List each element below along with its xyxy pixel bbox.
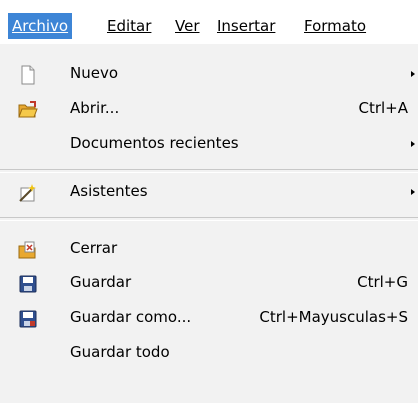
menu-item-documentos-recientes[interactable]: Documentos recientes — [0, 126, 418, 160]
menu-bar: Archivo Editar Ver Insertar Formato — [0, 0, 418, 44]
menu-item-label: Guardar todo — [70, 343, 170, 361]
close-document-icon — [18, 238, 38, 259]
menu-item-shortcut: Ctrl+G — [357, 273, 408, 291]
menu-item-label: Cerrar — [70, 239, 118, 257]
archivo-dropdown-menu: Nuevo Abrir... Ctrl+A Documentos recient… — [0, 44, 418, 403]
menu-item-guardar-como[interactable]: Guardar como... Ctrl+Mayusculas+S — [0, 300, 418, 334]
menu-separator — [0, 169, 418, 173]
open-folder-icon — [18, 98, 38, 118]
menu-item-abrir[interactable]: Abrir... Ctrl+A — [0, 91, 418, 125]
menu-item-nuevo[interactable]: Nuevo — [0, 56, 418, 90]
menu-item-shortcut: Ctrl+Mayusculas+S — [259, 308, 408, 326]
menu-item-label: Abrir... — [70, 99, 120, 117]
submenu-arrow-icon — [411, 71, 415, 77]
submenu-arrow-icon — [411, 189, 415, 195]
menu-item-asistentes[interactable]: Asistentes — [0, 174, 418, 208]
wizard-icon — [18, 181, 38, 202]
menu-item-guardar-todo[interactable]: Guardar todo — [0, 335, 418, 369]
save-icon — [18, 272, 38, 293]
save-as-icon — [18, 307, 38, 328]
menu-separator — [0, 217, 418, 221]
menu-editar[interactable]: Editar — [103, 13, 155, 39]
menu-item-label: Guardar — [70, 273, 132, 291]
menu-item-label: Asistentes — [70, 182, 148, 200]
new-document-icon — [18, 63, 38, 85]
menu-ver[interactable]: Ver — [171, 13, 204, 39]
menu-archivo[interactable]: Archivo — [8, 13, 73, 39]
menu-item-label: Documentos recientes — [70, 134, 239, 152]
menu-item-label: Nuevo — [70, 64, 119, 82]
menu-insertar[interactable]: Insertar — [213, 13, 279, 39]
menu-item-guardar[interactable]: Guardar Ctrl+G — [0, 265, 418, 299]
menu-formato[interactable]: Formato — [300, 13, 370, 39]
menu-item-shortcut: Ctrl+A — [358, 99, 408, 117]
menu-item-cerrar[interactable]: Cerrar — [0, 231, 418, 265]
submenu-arrow-icon — [411, 141, 415, 147]
menu-item-label: Guardar como... — [70, 308, 192, 326]
